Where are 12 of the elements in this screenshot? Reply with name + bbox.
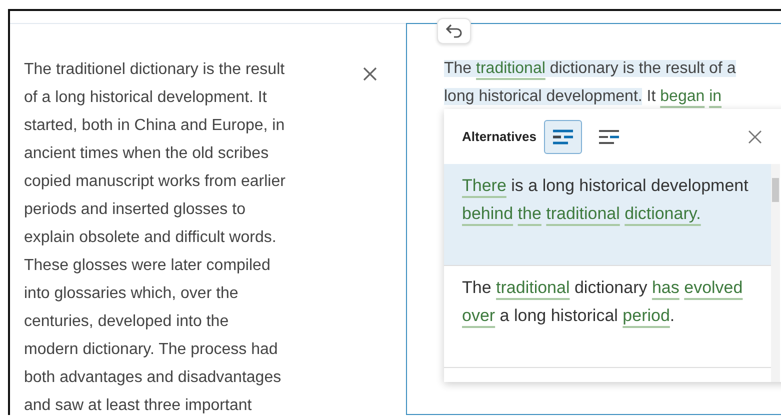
scrollbar[interactable] [771,164,780,382]
undo-icon [445,24,463,38]
close-icon[interactable] [748,130,762,144]
undo-button[interactable] [437,18,471,44]
lines-icon [598,128,620,144]
close-icon[interactable] [362,66,378,82]
popup-title: Alternatives [462,129,536,144]
source-text: The traditionel dictionary is the result of a long historical development. It started, both in China and Europe, in ancient times when the old scribes copied manuscript works from earlier periods and inserted glosses to explain obsolete and difficult words. These glosses were later compiled into glossaries which, over the centuries, developed into the modern dictionary. The process had both advantages and disadvantages and saw at least three important [24,60,286,415]
view-mode-button[interactable] [544,120,582,154]
alternative-item[interactable]: There is a long historical development behind the traditional dictionary. [444,164,771,266]
lines-icon [552,128,574,144]
target-text[interactable]: The traditional dictionary is the result of a long historical development. It began in [444,55,781,111]
